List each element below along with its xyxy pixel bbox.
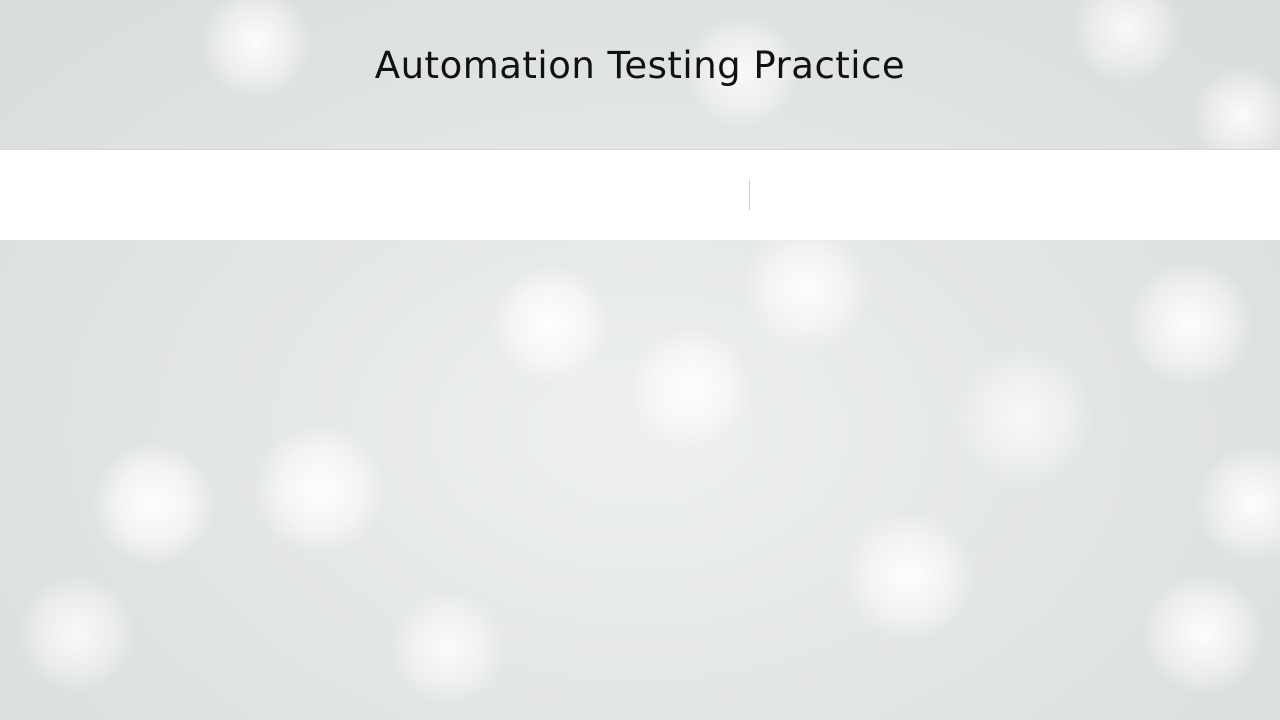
site-title[interactable]: Automation Testing Practice (0, 44, 1280, 87)
site-header: Automation Testing Practice (0, 0, 1280, 150)
main-content-area (0, 240, 1280, 720)
nav-divider (749, 180, 750, 210)
navigation-bar (0, 150, 1280, 240)
